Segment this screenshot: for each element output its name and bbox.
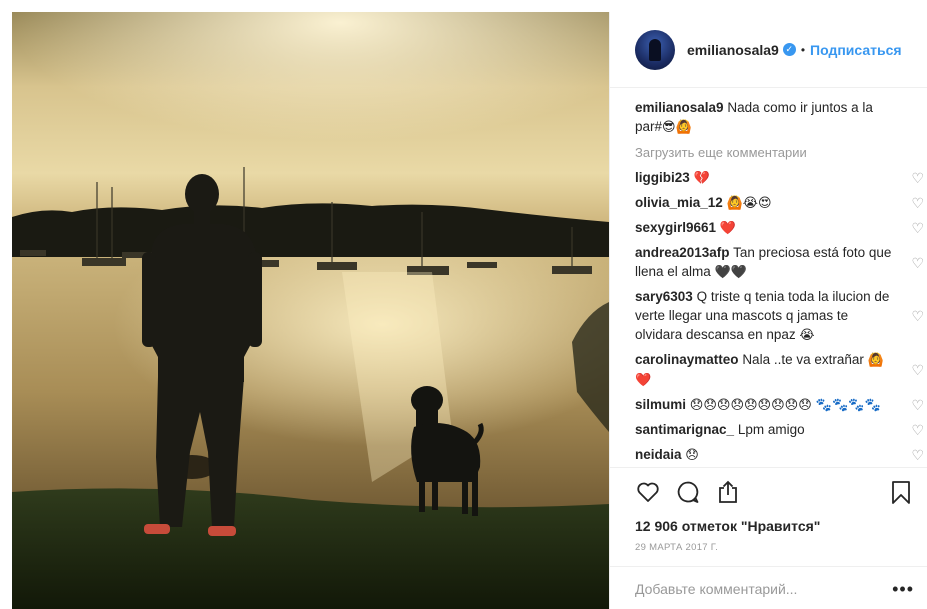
heart-outline-icon[interactable]: ♡ xyxy=(911,398,924,412)
comment-emoji: ❤️ xyxy=(719,221,737,236)
comment-item: liggibi23 💔 ♡ xyxy=(635,168,924,188)
heart-outline-icon[interactable]: ♡ xyxy=(911,309,924,323)
comment-icon[interactable] xyxy=(675,479,701,505)
post-photo[interactable] xyxy=(12,12,609,609)
comment-item: sexygirl9661 ❤️ ♡ xyxy=(635,218,924,238)
comment-item: silmumi 😞😞😞😞😞😞😞😞😞 🐾🐾🐾🐾 ♡ xyxy=(635,395,924,415)
post-header: emilianosala9 ✓ • Подписаться xyxy=(610,12,927,88)
add-comment-input[interactable]: Добавьте комментарий... xyxy=(635,581,797,597)
heart-outline-icon[interactable]: ♡ xyxy=(911,423,924,437)
comment-item: neidaia 😞 ♡ xyxy=(635,445,924,465)
comment-username[interactable]: olivia_mia_12 xyxy=(635,195,723,210)
comment-emoji: 🖤🖤 xyxy=(714,265,747,280)
comment-item: sary6303 Q triste q tenia toda la ilucio… xyxy=(635,287,924,345)
caption-username[interactable]: emilianosala9 xyxy=(635,100,724,115)
comment-username[interactable]: santimarignac_ xyxy=(635,422,734,437)
heart-outline-icon[interactable]: ♡ xyxy=(911,256,924,270)
comment-username[interactable]: sexygirl9661 xyxy=(635,220,716,235)
heart-outline-icon[interactable]: ♡ xyxy=(911,363,924,377)
comment-username[interactable]: carolinaymatteo xyxy=(635,352,739,367)
post-caption: emilianosala9 Nada como ir juntos a la p… xyxy=(635,98,897,137)
post-date[interactable]: 29 марта 2017 г. xyxy=(635,542,914,553)
comment-item: olivia_mia_12 🙆😭😍 ♡ xyxy=(635,193,924,213)
heart-icon[interactable] xyxy=(635,479,661,505)
post-actions: 12 906 отметок "Нравится" 29 марта 2017 … xyxy=(610,467,927,609)
share-icon[interactable] xyxy=(715,479,741,505)
action-icons xyxy=(635,478,914,506)
comment-username[interactable]: sary6303 xyxy=(635,289,693,304)
heart-outline-icon[interactable]: ♡ xyxy=(911,196,924,210)
heart-outline-icon[interactable]: ♡ xyxy=(911,448,924,462)
comment-emoji: 😞😞😞😞😞😞😞😞😞 🐾🐾🐾🐾 xyxy=(689,398,881,413)
comment-emoji: 💔 xyxy=(693,171,710,186)
comment-username[interactable]: neidaia xyxy=(635,447,682,462)
sunset-lake-image xyxy=(12,12,609,609)
comment-emoji: 😭 xyxy=(799,328,815,343)
likes-count[interactable]: 12 906 отметок "Нравится" xyxy=(635,518,914,534)
load-more-comments-button[interactable]: Загрузить еще комментарии xyxy=(635,145,927,160)
comments-list[interactable]: emilianosala9 Nada como ir juntos a la p… xyxy=(610,88,927,467)
caption-emoji: 😎🙆 xyxy=(662,120,692,135)
comment-text: Nala ..te va extrañar xyxy=(742,352,864,367)
post-side-panel: emilianosala9 ✓ • Подписаться emilianosa… xyxy=(609,12,927,609)
comment-username[interactable]: andrea2013afp xyxy=(635,245,730,260)
comment-container: liggibi23 💔 ♡ olivia_mia_12 🙆😭😍 ♡ sexygirl96… xyxy=(635,168,927,465)
heart-outline-icon[interactable]: ♡ xyxy=(911,171,924,185)
bookmark-icon[interactable] xyxy=(888,479,914,505)
comment-item: santimarignac_ Lpm amigo ♡ xyxy=(635,420,924,440)
comment-username[interactable]: liggibi23 xyxy=(635,170,690,185)
avatar-figure xyxy=(649,38,661,61)
header-separator: • xyxy=(800,42,806,57)
comment-item: andrea2013afp Tan preciosa está foto que… xyxy=(635,243,924,282)
add-comment-bar: Добавьте комментарий... ••• xyxy=(610,566,927,609)
more-options-icon[interactable]: ••• xyxy=(892,580,914,598)
verified-badge-icon: ✓ xyxy=(782,43,796,56)
avatar[interactable] xyxy=(635,29,675,70)
comment-item: carolinaymatteo Nala ..te va extrañar 🙆❤… xyxy=(635,350,924,390)
heart-outline-icon[interactable]: ♡ xyxy=(911,221,924,235)
comment-emoji: 😞 xyxy=(685,448,699,463)
comment-text: Lpm amigo xyxy=(737,422,805,437)
comment-emoji: 🙆😭😍 xyxy=(726,196,772,211)
comment-username[interactable]: silmumi xyxy=(635,397,686,412)
header-username[interactable]: emilianosala9 xyxy=(687,42,779,58)
follow-button[interactable]: Подписаться xyxy=(810,42,902,58)
